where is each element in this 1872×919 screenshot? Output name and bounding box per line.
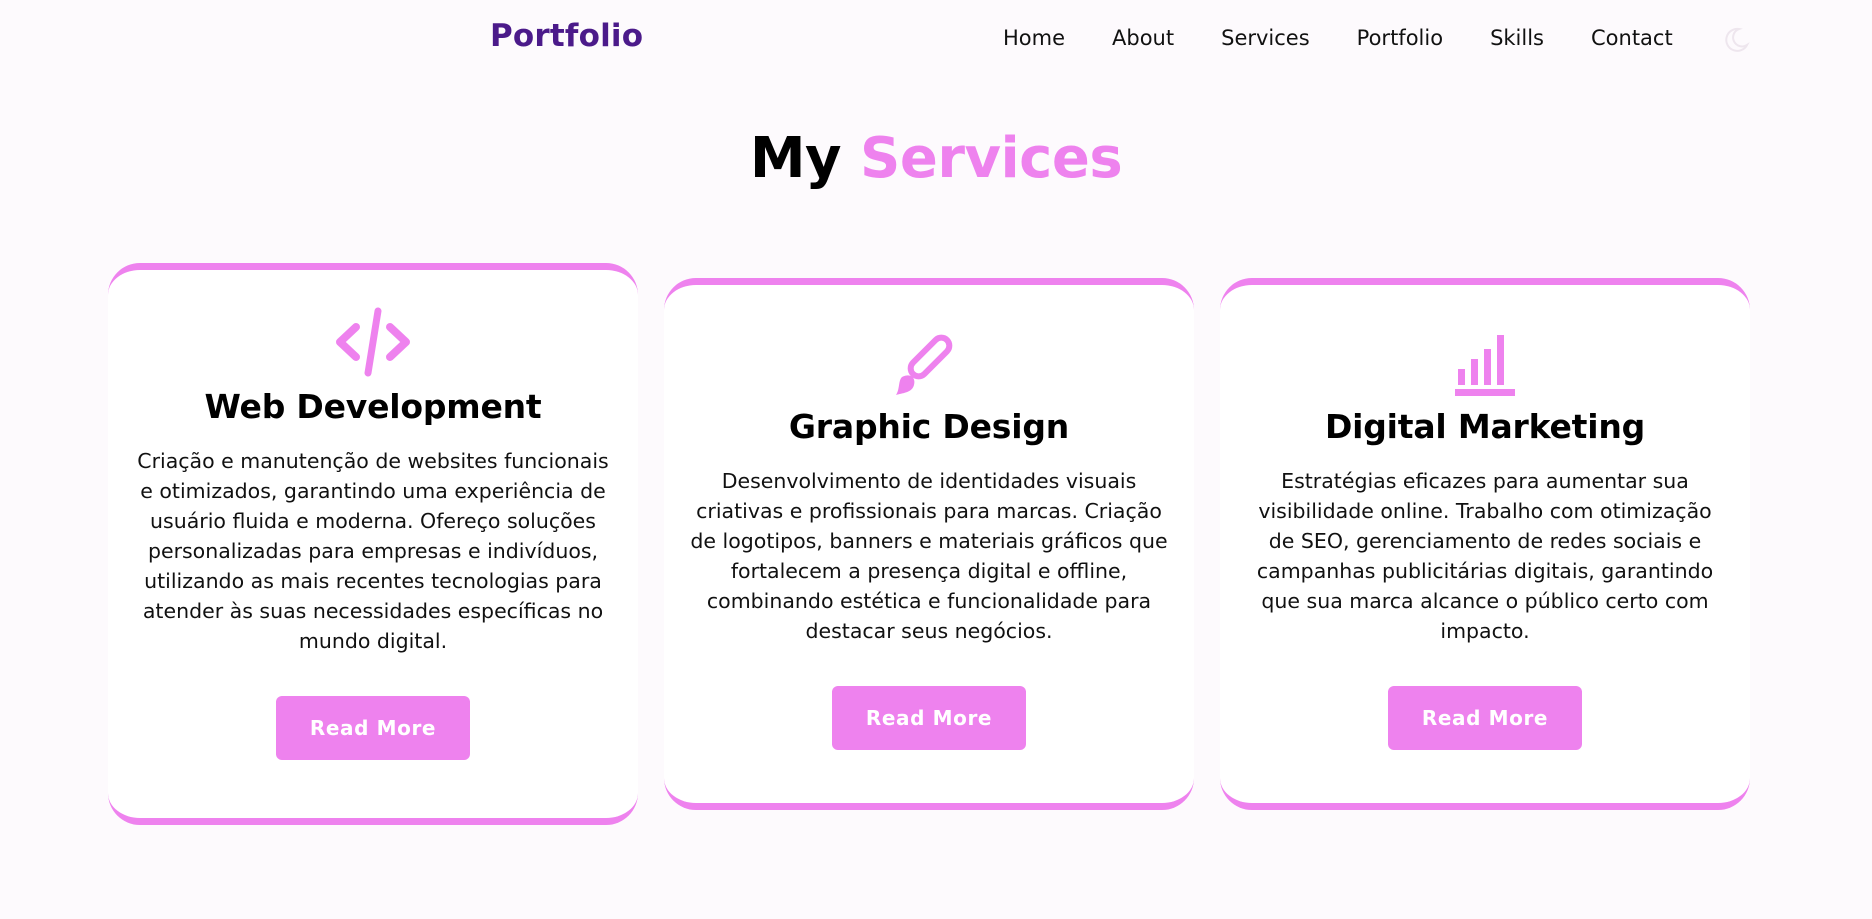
main-nav: Home About Services Portfolio Skills Con… (1003, 26, 1673, 50)
nav-portfolio[interactable]: Portfolio (1357, 26, 1443, 50)
logo[interactable]: Portfolio (490, 18, 643, 54)
card-title: Web Development (204, 387, 542, 426)
nav-contact[interactable]: Contact (1591, 26, 1673, 50)
card-title: Graphic Design (788, 407, 1070, 446)
nav-skills[interactable]: Skills (1490, 26, 1544, 50)
moon-icon[interactable] (1722, 26, 1750, 54)
nav-about[interactable]: About (1112, 26, 1174, 50)
nav-home[interactable]: Home (1003, 26, 1065, 50)
code-icon (336, 307, 410, 377)
site-header: Portfolio Home About Services Portfolio … (0, 0, 1872, 80)
read-more-button[interactable]: Read More (276, 696, 470, 760)
bar-chart-icon (1455, 335, 1515, 396)
read-more-button[interactable]: Read More (832, 686, 1026, 750)
card-description: Criação e manutenção de websites funcion… (137, 449, 609, 653)
card-description: Desenvolvimento de identidades visuais c… (690, 469, 1168, 643)
card-title: Digital Marketing (1324, 407, 1646, 446)
section-title: My Services (0, 126, 1872, 191)
card-description: Estratégias eficazes para aumentar sua v… (1256, 469, 1714, 643)
read-more-button[interactable]: Read More (1388, 686, 1582, 750)
service-card-graphic-design: Graphic Design Desenvolvimento de identi… (664, 278, 1194, 810)
service-card-digital-marketing: Digital Marketing Estratégias eficazes p… (1220, 278, 1750, 810)
section-title-plain: My (749, 126, 842, 191)
section-title-accent: Services (860, 126, 1123, 191)
nav-services[interactable]: Services (1221, 26, 1310, 50)
brush-icon (896, 334, 953, 395)
service-card-web-development: Web Development Criação e manutenção de … (108, 263, 638, 825)
